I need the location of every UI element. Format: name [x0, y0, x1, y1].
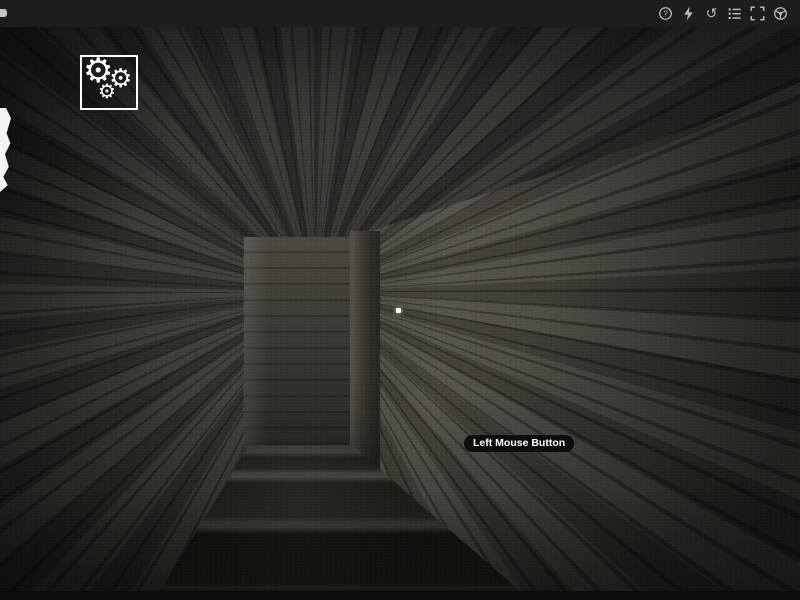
help-button[interactable]: ?: [658, 6, 673, 21]
clipped-left-toolbar-item: [0, 9, 7, 17]
gear-icon: ⚙: [98, 79, 116, 103]
toolbar-icon-group: ? ↺: [658, 0, 788, 27]
fullscreen-button[interactable]: [750, 6, 765, 21]
settings-gears-button[interactable]: ⚙ ⚙ ⚙: [80, 54, 138, 110]
mouse-hint-tooltip: Left Mouse Button: [464, 435, 575, 452]
list-button[interactable]: [727, 6, 742, 21]
movement-joystick[interactable]: W D S: [0, 340, 180, 580]
app-window: ⚙ ⚙ ⚙ W D S Left Mouse Button ?: [0, 0, 800, 600]
undo-button[interactable]: ↺: [704, 6, 719, 21]
list-icon: [728, 8, 741, 20]
bottom-letterbox-bar: [0, 591, 800, 600]
steering-wheel-button[interactable]: [773, 6, 788, 21]
top-toolbar: ? ↺: [0, 0, 800, 27]
scene-back-wall: [244, 237, 354, 449]
undo-icon: ↺: [705, 5, 718, 21]
lightning-icon: [684, 6, 693, 21]
fullscreen-icon: [750, 6, 765, 21]
svg-text:?: ?: [663, 9, 668, 18]
help-icon: ?: [659, 7, 672, 20]
reticle-dot: [396, 308, 401, 313]
lightning-button[interactable]: [681, 6, 696, 21]
steering-wheel-icon: [774, 7, 787, 20]
